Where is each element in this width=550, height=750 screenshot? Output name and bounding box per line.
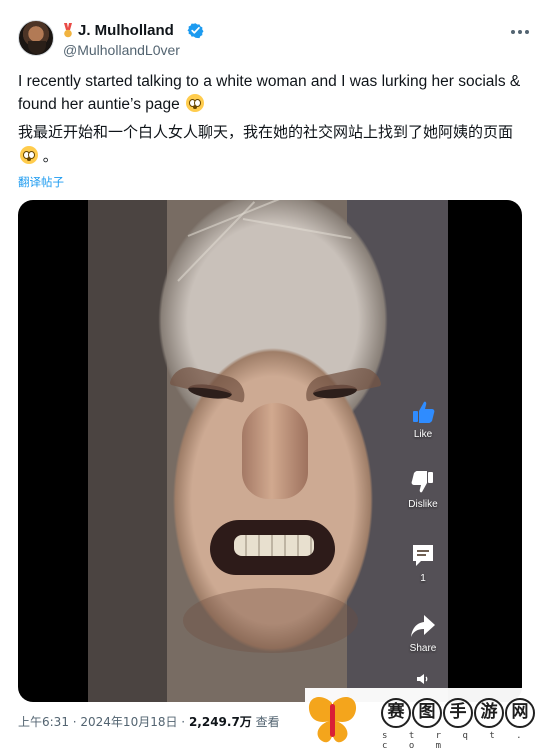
watermark-character: 游	[474, 698, 504, 728]
flushed-face-emoji-icon	[20, 146, 38, 164]
tweet-text-chinese: 我最近开始和一个白人女人聊天，我在她的社交网站上找到了她阿姨的页面 。	[18, 120, 530, 168]
share-video-button[interactable]: Share	[401, 612, 445, 654]
chin-shadow-shape	[183, 588, 358, 653]
video-frame[interactable]	[88, 200, 448, 702]
watermark-characters: 赛图手游网	[381, 698, 543, 732]
more-options-icon[interactable]	[508, 22, 532, 42]
medal-icon	[64, 23, 72, 38]
author-handle[interactable]: @MulhollandL0ver	[63, 41, 180, 59]
author-name[interactable]: J. Mulholland	[78, 21, 174, 40]
footer-separator: ·	[177, 715, 189, 729]
watermark-character: 图	[412, 698, 442, 728]
volume-icon[interactable]	[416, 672, 430, 686]
comment-count: 1	[420, 573, 426, 584]
comments-button[interactable]: 1	[401, 542, 445, 584]
thumbs-up-icon	[413, 401, 435, 423]
dislike-video-button[interactable]: Dislike	[401, 468, 445, 510]
thumbs-down-icon	[411, 471, 433, 493]
translate-post-link[interactable]: 翻译帖子	[18, 174, 64, 190]
watermark-character: 网	[505, 698, 535, 728]
teeth-shape	[234, 535, 314, 556]
tweet-text-english-content: I recently started talking to a white wo…	[18, 73, 521, 113]
author-avatar[interactable]	[18, 20, 54, 56]
nose-shape	[242, 403, 308, 499]
like-label: Like	[413, 429, 433, 440]
comment-icon	[413, 545, 433, 566]
site-watermark: 赛图手游网 s t r q t . c o m	[305, 688, 547, 750]
tweet-header: J. Mulholland @MulhollandL0ver	[18, 20, 532, 62]
watermark-domain: s t r q t . c o m	[382, 731, 530, 750]
like-video-button[interactable]: Like	[401, 398, 445, 440]
mouth-shape	[210, 520, 335, 575]
tweet-text-english: I recently started talking to a white wo…	[18, 70, 530, 116]
views-count[interactable]: 2,249.7万	[189, 715, 252, 729]
verified-icon	[187, 23, 204, 39]
butterfly-logo-icon	[308, 697, 357, 743]
views-label: 查看	[251, 715, 280, 729]
watermark-character: 手	[443, 698, 473, 728]
dislike-label: Dislike	[408, 499, 438, 510]
chinese-period: 。	[42, 147, 58, 165]
tweet-footer: 上午6:31 · 2024年10月18日 · 2,249.7万 查看	[18, 714, 280, 730]
watermark-character: 赛	[381, 698, 411, 728]
timestamp[interactable]: 上午6:31 · 2024年10月18日	[18, 715, 177, 729]
share-label: Share	[409, 643, 437, 654]
avatar-beard-shape	[28, 41, 46, 54]
share-arrow-icon	[411, 615, 435, 637]
tweet-text-chinese-content: 我最近开始和一个白人女人聊天，我在她的社交网站上找到了她阿姨的页面	[18, 123, 514, 141]
flushed-face-emoji-icon	[186, 94, 205, 112]
tweet-media[interactable]: Like Dislike 1 Share	[18, 200, 522, 702]
